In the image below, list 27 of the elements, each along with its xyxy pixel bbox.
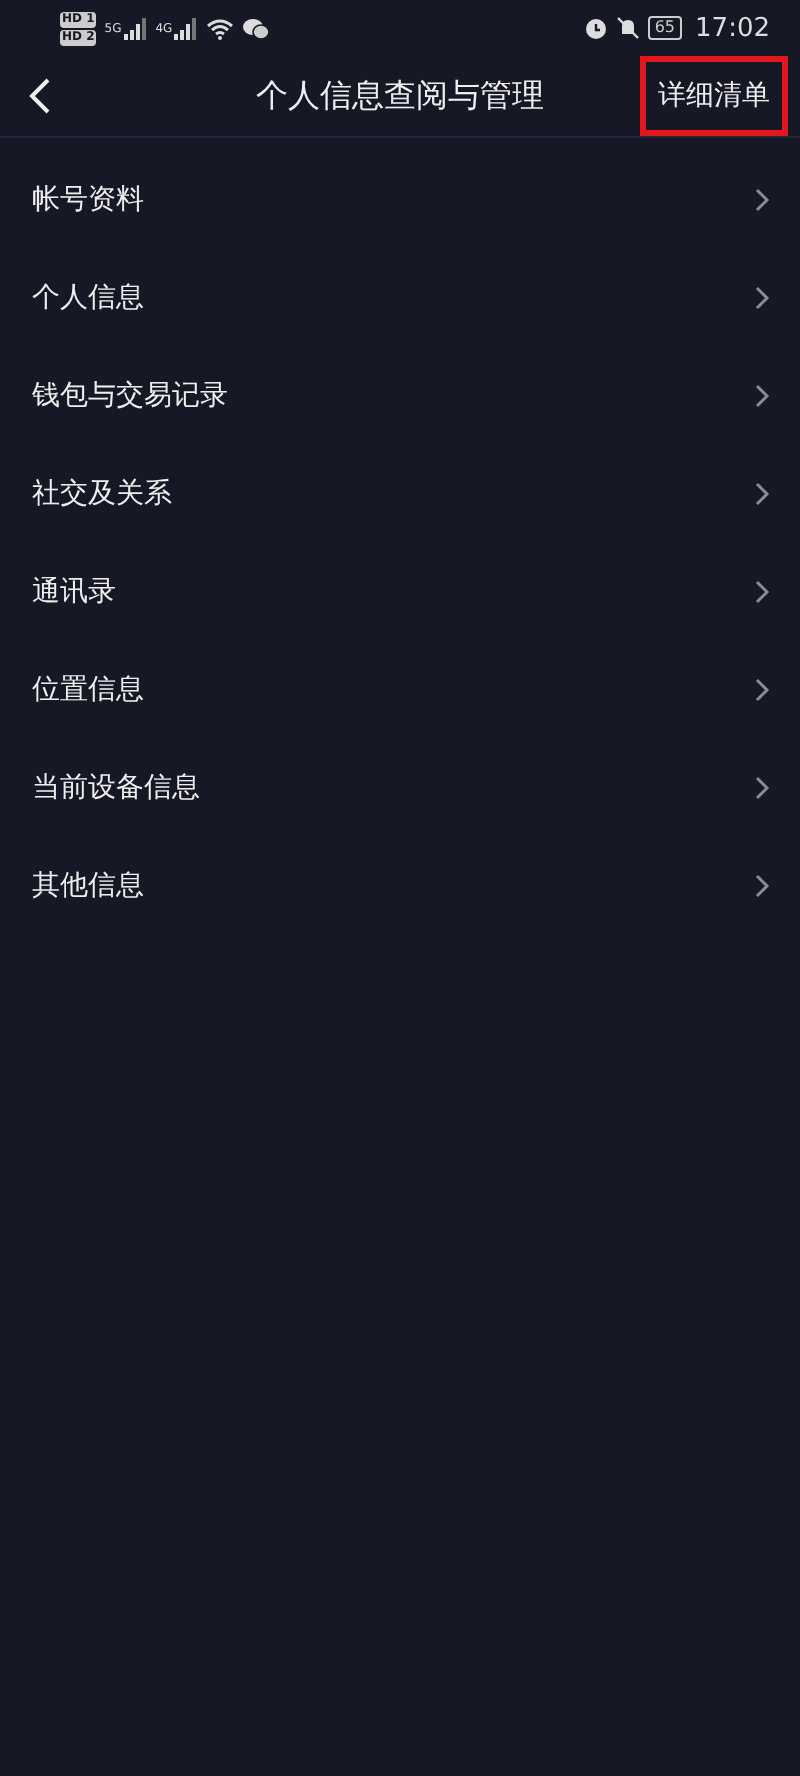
menu-item[interactable]: 个人信息 xyxy=(0,248,800,346)
wifi-icon xyxy=(206,17,235,39)
menu-item[interactable]: 钱包与交易记录 xyxy=(0,346,800,444)
signal-icon xyxy=(174,17,199,39)
chevron-icon xyxy=(754,383,770,407)
menu-item[interactable]: 当前设备信息 xyxy=(0,738,800,836)
chevron-icon xyxy=(754,285,770,309)
signal-icon xyxy=(123,17,148,39)
clock: 17:02 xyxy=(695,13,770,43)
alarm-icon xyxy=(584,16,609,40)
menu-item[interactable]: 位置信息 xyxy=(0,640,800,738)
page-title: 个人信息查阅与管理 xyxy=(256,75,544,117)
menu-item[interactable]: 其他信息 xyxy=(0,836,800,934)
chevron-icon xyxy=(754,873,770,897)
chevron-icon xyxy=(754,677,770,701)
back-button[interactable] xyxy=(28,76,52,116)
menu-item[interactable]: 社交及关系 xyxy=(0,444,800,542)
menu-item[interactable]: 通讯录 xyxy=(0,542,800,640)
chat-icon xyxy=(242,17,271,39)
bell-mute-icon xyxy=(616,16,641,40)
chevron-icon xyxy=(754,579,770,603)
detail-list-button[interactable]: 详细清单 xyxy=(640,56,788,136)
menu-item[interactable]: 帐号资料 xyxy=(0,150,800,248)
chevron-icon xyxy=(754,187,770,211)
chevron-icon xyxy=(754,481,770,505)
battery-indicator: 65 xyxy=(648,16,682,40)
chevron-icon xyxy=(754,775,770,799)
